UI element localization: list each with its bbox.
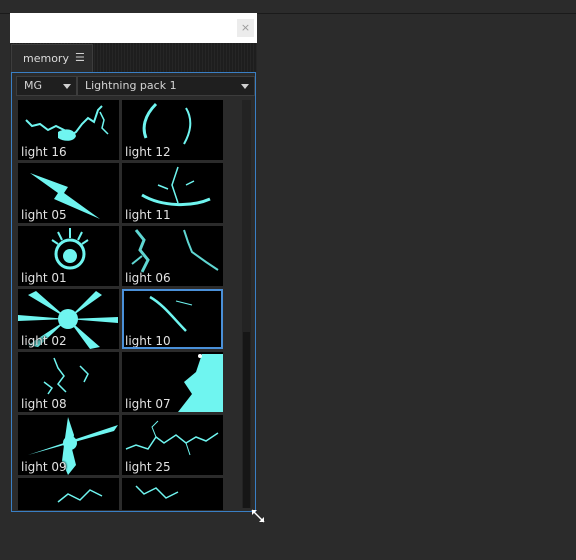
thumbnail-label: light 05	[21, 208, 67, 222]
thumbnail-light-07[interactable]: light 07	[122, 352, 223, 412]
thumbnail-light-09[interactable]: light 09	[18, 415, 119, 475]
thumbnail-label: light 16	[21, 145, 67, 159]
resize-diagonal-icon[interactable]	[249, 507, 267, 525]
pack-select[interactable]: Lightning pack 1	[77, 76, 255, 96]
thumbnail-grid: light 16 light 12 light 05 light 11 ligh…	[18, 100, 223, 510]
thumbnail-label: light 07	[125, 397, 171, 411]
close-button[interactable]: ×	[237, 19, 254, 37]
tab-label: memory	[23, 52, 69, 65]
thumbnail-light-05[interactable]: light 05	[18, 163, 119, 223]
chevron-down-icon	[241, 84, 249, 89]
thumbnail-light-02[interactable]: light 02	[18, 289, 119, 349]
panel-titlebar[interactable]	[10, 13, 257, 43]
thumbnail-light-25[interactable]: light 25	[122, 415, 223, 475]
thumbnail-label: light 25	[125, 460, 171, 474]
thumbnail-label: light 02	[21, 334, 67, 348]
lightning-partial-icon	[57, 489, 103, 503]
tab-memory[interactable]: memory ☰	[11, 44, 93, 72]
lightning-partial-icon	[135, 485, 179, 499]
thumbnail-light-16[interactable]: light 16	[18, 100, 119, 160]
thumbnail-label: light 10	[125, 334, 171, 348]
thumbnail-label: light 06	[125, 271, 171, 285]
thumbnail-light-08[interactable]: light 08	[18, 352, 119, 412]
category-select[interactable]: MG	[16, 76, 77, 96]
scrollbar-thumb[interactable]	[243, 332, 250, 508]
thumbnail-partial[interactable]	[18, 478, 119, 510]
thumbnail-label: light 09	[21, 460, 67, 474]
category-value: MG	[24, 79, 43, 92]
thumbnail-partial[interactable]	[122, 478, 223, 510]
thumbnail-light-10[interactable]: light 10	[122, 289, 223, 349]
panel-menu-icon[interactable]: ☰	[75, 51, 85, 64]
thumbnail-label: light 11	[125, 208, 171, 222]
thumbnail-label: light 01	[21, 271, 67, 285]
thumbnail-light-12[interactable]: light 12	[122, 100, 223, 160]
close-icon: ×	[240, 21, 251, 34]
thumbnail-label: light 08	[21, 397, 67, 411]
thumbnail-light-11[interactable]: light 11	[122, 163, 223, 223]
thumbnail-light-06[interactable]: light 06	[122, 226, 223, 286]
thumbnail-label: light 12	[125, 145, 171, 159]
pack-value: Lightning pack 1	[85, 79, 177, 92]
thumbnail-light-01[interactable]: light 01	[18, 226, 119, 286]
chevron-down-icon	[63, 84, 71, 89]
